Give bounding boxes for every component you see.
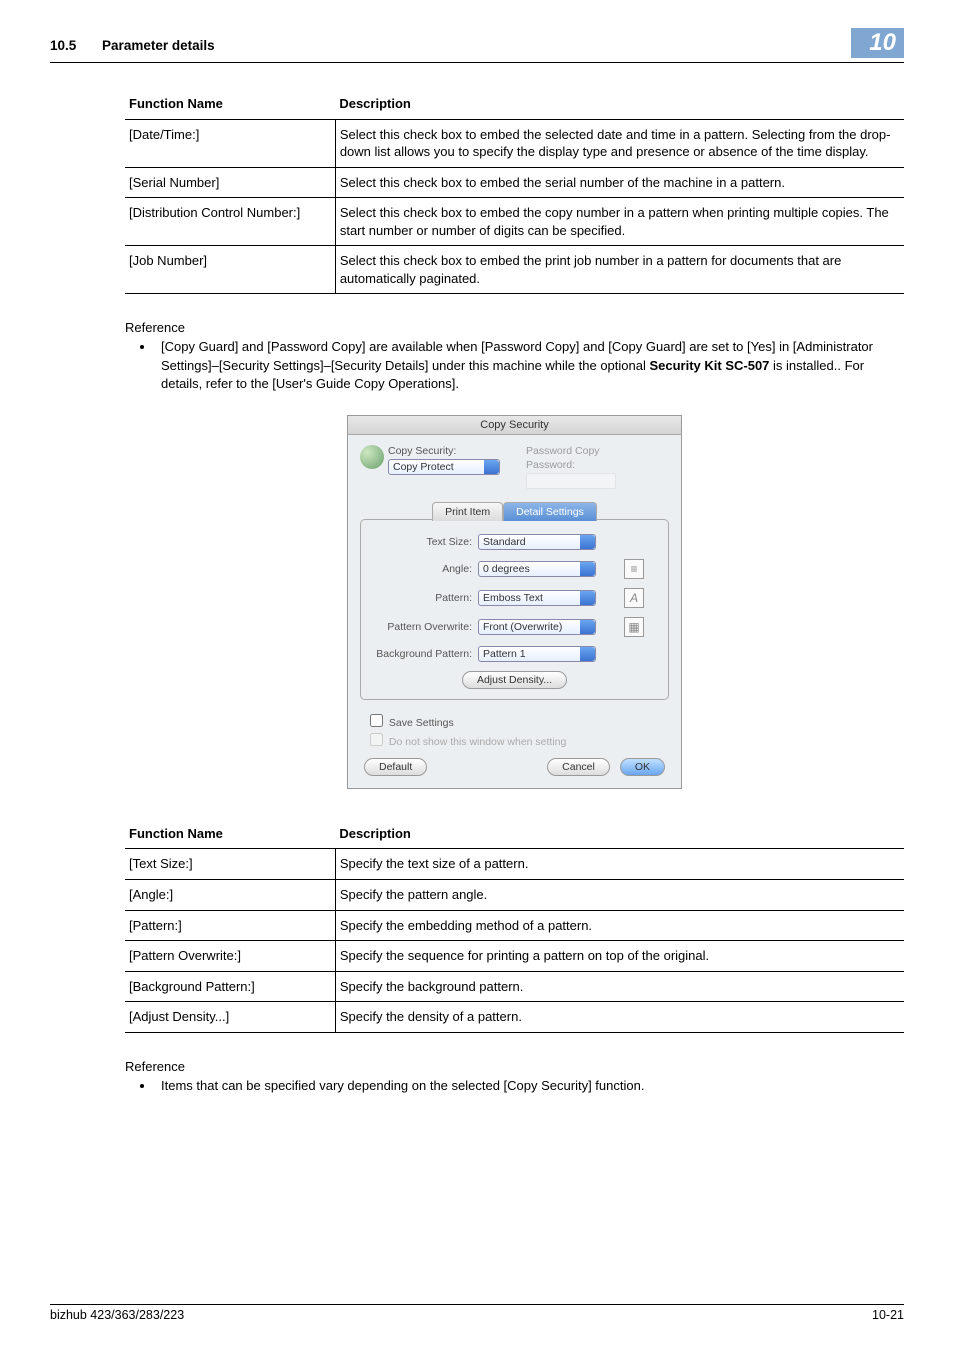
pattern-select[interactable]: Emboss Text (478, 590, 596, 606)
copy-security-label: Copy Security: (388, 445, 500, 457)
background-pattern-label: Background Pattern: (373, 648, 478, 660)
function-table-1: Function Name Description [Date/Time:] S… (125, 89, 904, 294)
table-row: [Distribution Control Number:] Select th… (125, 198, 904, 246)
t1-r1-name: [Serial Number] (125, 167, 335, 198)
globe-icon (360, 445, 384, 469)
t1-r1-desc: Select this check box to embed the seria… (335, 167, 904, 198)
reference-label-2: Reference (125, 1059, 904, 1074)
t2-r2-desc: Specify the embedding method of a patter… (335, 910, 904, 941)
adjust-density-button[interactable]: Adjust Density... (462, 671, 567, 689)
cancel-button[interactable]: Cancel (547, 758, 610, 776)
t1-r2-desc: Select this check box to embed the copy … (335, 198, 904, 246)
do-not-show-checkbox (370, 733, 383, 746)
tab-detail-settings[interactable]: Detail Settings (503, 502, 597, 521)
reference-list-1: [Copy Guard] and [Password Copy] are ava… (125, 338, 904, 393)
detail-settings-pane: Text Size: Standard Angle: 0 degrees ≡ P… (360, 519, 669, 700)
page-header: 10.5 Parameter details 10 (50, 30, 904, 63)
do-not-show-label: Do not show this window when setting (389, 736, 566, 748)
t1-r0-desc: Select this check box to embed the selec… (335, 119, 904, 167)
section-title: Parameter details (102, 38, 215, 53)
default-button[interactable]: Default (364, 758, 427, 776)
t1-r0-name: [Date/Time:] (125, 119, 335, 167)
dialog-title: Copy Security (348, 416, 681, 435)
table-row: [Pattern Overwrite:] Specify the sequenc… (125, 941, 904, 972)
section-number: 10.5 (50, 38, 76, 53)
reference-list-2: Items that can be specified vary dependi… (125, 1077, 904, 1095)
t1-head-desc: Description (335, 89, 904, 119)
tab-print-item[interactable]: Print Item (432, 502, 503, 521)
pattern-label: Pattern: (373, 592, 478, 604)
copy-security-select[interactable]: Copy Protect (388, 459, 500, 475)
dialog-tabs: Print Item Detail Settings (360, 501, 669, 520)
reference-label-1: Reference (125, 320, 904, 335)
overwrite-preview-icon[interactable]: ▦ (624, 617, 644, 637)
pattern-overwrite-select[interactable]: Front (Overwrite) (478, 619, 596, 635)
table-row: [Job Number] Select this check box to em… (125, 246, 904, 294)
table-row: [Serial Number] Select this check box to… (125, 167, 904, 198)
table-row: [Adjust Density...] Specify the density … (125, 1002, 904, 1033)
table-row: [Angle:] Specify the pattern angle. (125, 880, 904, 911)
t2-r2-name: [Pattern:] (125, 910, 335, 941)
table-row: [Background Pattern:] Specify the backgr… (125, 971, 904, 1002)
password-input (526, 473, 616, 489)
footer-product: bizhub 423/363/283/223 (50, 1308, 184, 1322)
t1-r2-name: [Distribution Control Number:] (125, 198, 335, 246)
pattern-overwrite-label: Pattern Overwrite: (373, 621, 478, 633)
footer-page-number: 10-21 (872, 1308, 904, 1322)
t2-r4-name: [Background Pattern:] (125, 971, 335, 1002)
pattern-preview-icon[interactable]: A (624, 588, 644, 608)
t2-r3-name: [Pattern Overwrite:] (125, 941, 335, 972)
reference-item-2: Items that can be specified vary dependi… (155, 1077, 904, 1095)
angle-preview-icon[interactable]: ≡ (624, 559, 644, 579)
t1-r3-desc: Select this check box to embed the print… (335, 246, 904, 294)
function-table-2: Function Name Description [Text Size:] S… (125, 819, 904, 1033)
t2-r0-desc: Specify the text size of a pattern. (335, 849, 904, 880)
t2-head-name: Function Name (125, 819, 335, 849)
chapter-badge: 10 (851, 28, 904, 58)
table-row: [Date/Time:] Select this check box to em… (125, 119, 904, 167)
t2-r5-name: [Adjust Density...] (125, 1002, 335, 1033)
t2-r5-desc: Specify the density of a pattern. (335, 1002, 904, 1033)
t2-r4-desc: Specify the background pattern. (335, 971, 904, 1002)
password-label: Password: (526, 459, 616, 471)
reference-item-1: [Copy Guard] and [Password Copy] are ava… (155, 338, 904, 393)
t2-head-desc: Description (335, 819, 904, 849)
table-row: [Text Size:] Specify the text size of a … (125, 849, 904, 880)
save-settings-checkbox[interactable] (370, 714, 383, 727)
t2-r1-name: [Angle:] (125, 880, 335, 911)
angle-select[interactable]: 0 degrees (478, 561, 596, 577)
background-pattern-select[interactable]: Pattern 1 (478, 646, 596, 662)
angle-label: Angle: (373, 563, 478, 575)
t1-head-name: Function Name (125, 89, 335, 119)
t2-r0-name: [Text Size:] (125, 849, 335, 880)
text-size-label: Text Size: (373, 536, 478, 548)
ref1-bold: Security Kit SC-507 (649, 358, 769, 373)
copy-security-dialog: Copy Security Copy Security: Copy Protec… (347, 415, 682, 789)
t2-r3-desc: Specify the sequence for printing a patt… (335, 941, 904, 972)
text-size-select[interactable]: Standard (478, 534, 596, 550)
save-settings-label: Save Settings (389, 717, 454, 729)
t1-r3-name: [Job Number] (125, 246, 335, 294)
ok-button[interactable]: OK (620, 758, 665, 776)
page-footer: bizhub 423/363/283/223 10-21 (50, 1304, 904, 1322)
t2-r1-desc: Specify the pattern angle. (335, 880, 904, 911)
table-row: [Pattern:] Specify the embedding method … (125, 910, 904, 941)
password-copy-label: Password Copy (526, 445, 616, 457)
